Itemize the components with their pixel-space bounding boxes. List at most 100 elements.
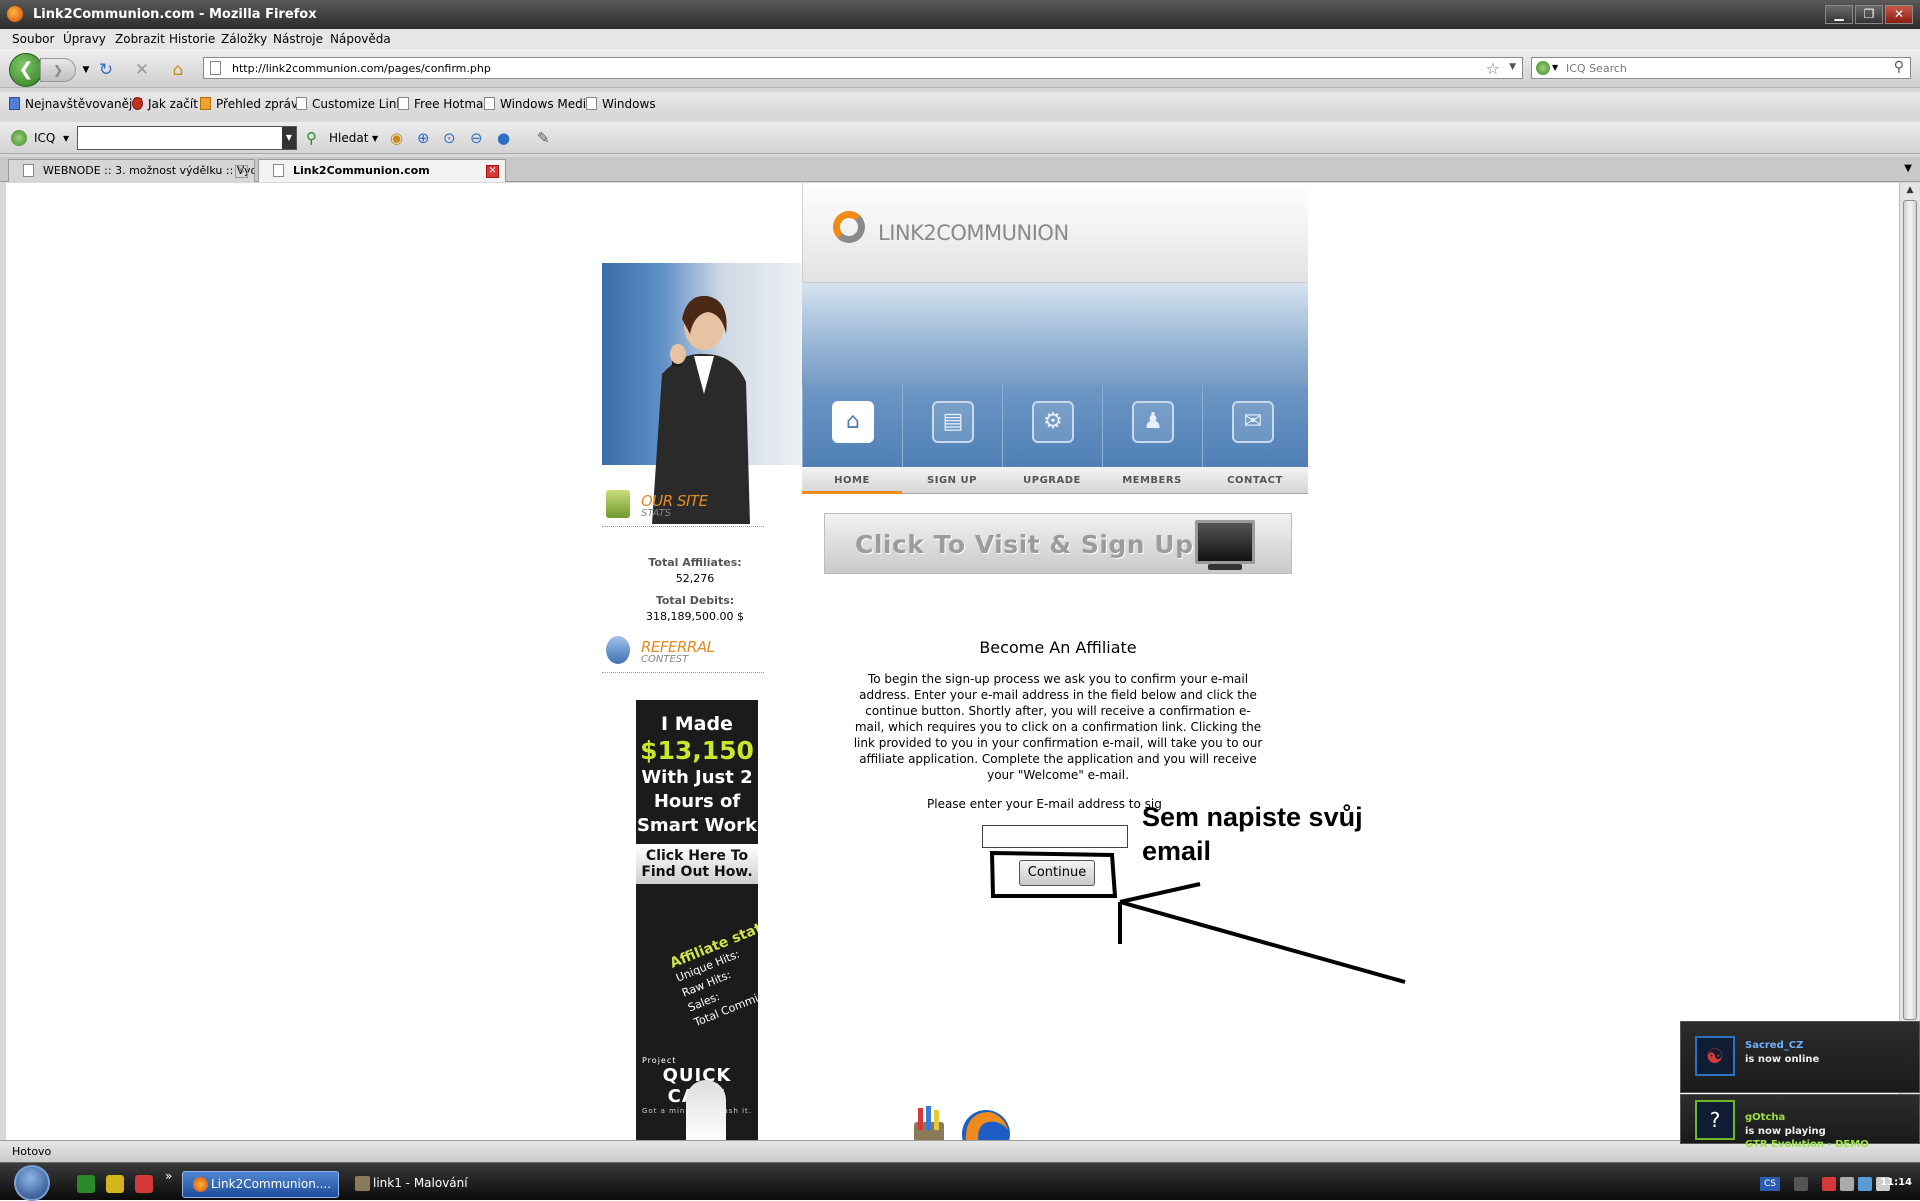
vertical-scrollbar[interactable]: ▲ ▼	[1899, 183, 1920, 1140]
monitor-stand-icon	[1208, 564, 1242, 570]
continue-button[interactable]: Continue	[1019, 860, 1095, 886]
email-prompt: Please enter your E-mail address to sig	[927, 797, 1162, 811]
user-icon[interactable]: ●	[497, 129, 510, 147]
email-field[interactable]	[982, 825, 1128, 848]
system-tray: CS 11:14	[1760, 1167, 1920, 1199]
menu-zalozky[interactable]: Záložky	[221, 32, 267, 46]
taskbar-paint-button[interactable]: link1 - Malování	[345, 1171, 493, 1198]
url-text[interactable]: http://link2communion.com/pages/confirm.…	[232, 62, 491, 75]
tab-close-icon[interactable]: ✕	[235, 165, 248, 178]
rss-icon	[200, 97, 211, 110]
stop-icon[interactable]: ✕	[131, 59, 153, 81]
nav-sign-up-label[interactable]: SIGN UP	[902, 475, 1002, 486]
zoom-out-icon[interactable]: ⊖	[470, 129, 483, 147]
nav-home[interactable]: ⌂	[802, 385, 902, 467]
icq-dropdown-icon[interactable]: ▼	[63, 134, 69, 143]
icq-label[interactable]: ICQ	[34, 131, 55, 145]
quicklaunch-icon[interactable]	[135, 1175, 153, 1193]
icq-search-icon[interactable]	[1536, 61, 1550, 75]
nav-contact-label[interactable]: CONTACT	[1202, 475, 1308, 486]
menu-nastroje[interactable]: Nástroje	[273, 32, 323, 46]
address-bar[interactable]: http://link2communion.com/pages/confirm.…	[203, 57, 1523, 79]
people-icon: ♟	[1132, 401, 1174, 443]
tab-list-icon[interactable]: ▼	[1904, 163, 1912, 174]
bookmark-most-visited[interactable]: Nejnavštěvovanější	[9, 97, 142, 111]
search-box[interactable]: ▼ ICQ Search ⚲	[1531, 57, 1911, 79]
menu-zobrazit[interactable]: Zobrazit	[115, 32, 165, 46]
icq-search-label[interactable]: Hledat	[329, 131, 368, 145]
highlight-icon[interactable]: ◉	[390, 129, 403, 147]
icq-notification-online[interactable]: ☯ Sacred_CZ is now online	[1680, 1021, 1920, 1093]
tray-icon[interactable]	[1794, 1177, 1808, 1191]
tab-close-icon[interactable]: ✕	[486, 165, 499, 178]
forward-button[interactable]: ❯	[40, 58, 76, 82]
icq-toolbar: ICQ ▼ ▼ ⚲ Hledat ▼ ◉ ⊕ ⊙ ⊖ ● ✎	[0, 122, 1920, 154]
zoom-in-icon[interactable]: ⊕	[417, 129, 430, 147]
clock[interactable]: 11:14	[1880, 1177, 1912, 1188]
bookmark-free-hotmail[interactable]: Free Hotmail	[398, 97, 490, 111]
bookmark-star-icon[interactable]: ☆	[1486, 59, 1500, 78]
bookmark-customize-links[interactable]: Customize Links	[296, 97, 410, 111]
quicklaunch-icon[interactable]	[106, 1175, 124, 1193]
tray-icon[interactable]	[1840, 1177, 1854, 1191]
language-indicator[interactable]: CS	[1760, 1177, 1780, 1191]
taskbar-firefox-button[interactable]: Link2Communion....	[182, 1171, 339, 1198]
nav-home-label[interactable]: HOME	[802, 475, 902, 494]
icq-field-dropdown-icon[interactable]: ▼	[282, 127, 296, 149]
stats-clipboard-icon	[606, 490, 630, 518]
magnifier-icon[interactable]: ⚲	[1894, 59, 1904, 75]
handwritten-annotation: Sem napiste svůj email	[1142, 802, 1363, 866]
icq-search-dropdown-icon[interactable]: ▼	[372, 134, 378, 143]
icq-notification-playing[interactable]: ? gOtcha is now playing GTR Evolution - …	[1680, 1094, 1920, 1150]
affiliate-instructions: To begin the sign-up process we ask you …	[853, 672, 1263, 782]
icq-flower-icon[interactable]	[11, 130, 27, 146]
scroll-up-icon[interactable]: ▲	[1903, 185, 1917, 199]
maximize-button[interactable]: ❐	[1855, 5, 1883, 24]
ad-person-image	[686, 1080, 726, 1140]
menu-historie[interactable]: Historie	[169, 32, 215, 46]
menu-soubor[interactable]: Soubor	[12, 32, 54, 46]
icq-search-field[interactable]: ▼	[77, 126, 297, 150]
tab-webnode[interactable]: WEBNODE :: 3. možnost výdělku :: Vyd... …	[8, 159, 255, 182]
referral-contest-heading[interactable]: REFERRAL CONTEST	[602, 627, 764, 673]
zoom-reset-icon[interactable]: ⊙	[443, 129, 456, 147]
menu-upravy[interactable]: Úpravy	[63, 32, 106, 46]
nav-upgrade-label[interactable]: UPGRADE	[1002, 475, 1102, 486]
bookmark-getting-started[interactable]: Jak začít	[132, 97, 198, 111]
url-dropdown-icon[interactable]: ▼	[1509, 62, 1516, 72]
affiliate-title: Become An Affiliate	[979, 638, 1137, 657]
affiliate-section: Become An Affiliate To begin the sign-up…	[852, 638, 1264, 783]
nav-contact[interactable]: ✉	[1202, 385, 1308, 467]
scroll-thumb[interactable]	[1903, 200, 1917, 1020]
quicklaunch-more-icon[interactable]: »	[165, 1169, 172, 1183]
search-engine-dropdown-icon[interactable]: ▼	[1552, 63, 1558, 72]
tray-icon[interactable]	[1858, 1177, 1872, 1191]
search-go-icon[interactable]: ⚲	[306, 129, 317, 147]
tray-icon[interactable]	[1822, 1177, 1836, 1191]
reload-icon[interactable]: ↻	[95, 59, 117, 81]
contact-status: is now online	[1745, 1054, 1820, 1065]
bookmark-windows-media[interactable]: Windows Media	[484, 97, 593, 111]
status-bar: Hotovo	[0, 1140, 1920, 1162]
menu-napoveda[interactable]: Nápověda	[330, 32, 391, 46]
pen-icon[interactable]: ✎	[537, 129, 550, 147]
bookmark-windows[interactable]: Windows	[586, 97, 656, 111]
home-icon[interactable]: ⌂	[167, 59, 189, 81]
site-logo-area[interactable]: LINK2COMMUNION	[802, 183, 1308, 283]
nav-sign-up[interactable]: ▤	[902, 385, 1002, 467]
minimize-button[interactable]: ▁	[1825, 5, 1853, 24]
visit-sign-up-banner[interactable]: Click To Visit & Sign Up	[824, 513, 1292, 574]
referral-people-icon	[606, 636, 630, 664]
close-window-button[interactable]: ✕	[1885, 5, 1913, 24]
back-button[interactable]: ❮	[9, 53, 43, 87]
quicklaunch-icon[interactable]	[77, 1175, 95, 1193]
nav-members-label[interactable]: MEMBERS	[1102, 475, 1202, 486]
start-button[interactable]	[14, 1165, 50, 1201]
bookmark-news[interactable]: Přehled zpráv	[200, 97, 298, 111]
tab-link2communion[interactable]: Link2Communion.com ✕	[258, 159, 506, 182]
document-icon: ▤	[932, 401, 974, 443]
quick-cash-ad[interactable]: I Made $13,150 With Just 2 Hours of Smar…	[636, 700, 758, 1140]
nav-members[interactable]: ♟	[1102, 385, 1202, 467]
nav-upgrade[interactable]: ⚙	[1002, 385, 1102, 467]
history-dropdown-icon[interactable]: ▼	[75, 59, 97, 81]
